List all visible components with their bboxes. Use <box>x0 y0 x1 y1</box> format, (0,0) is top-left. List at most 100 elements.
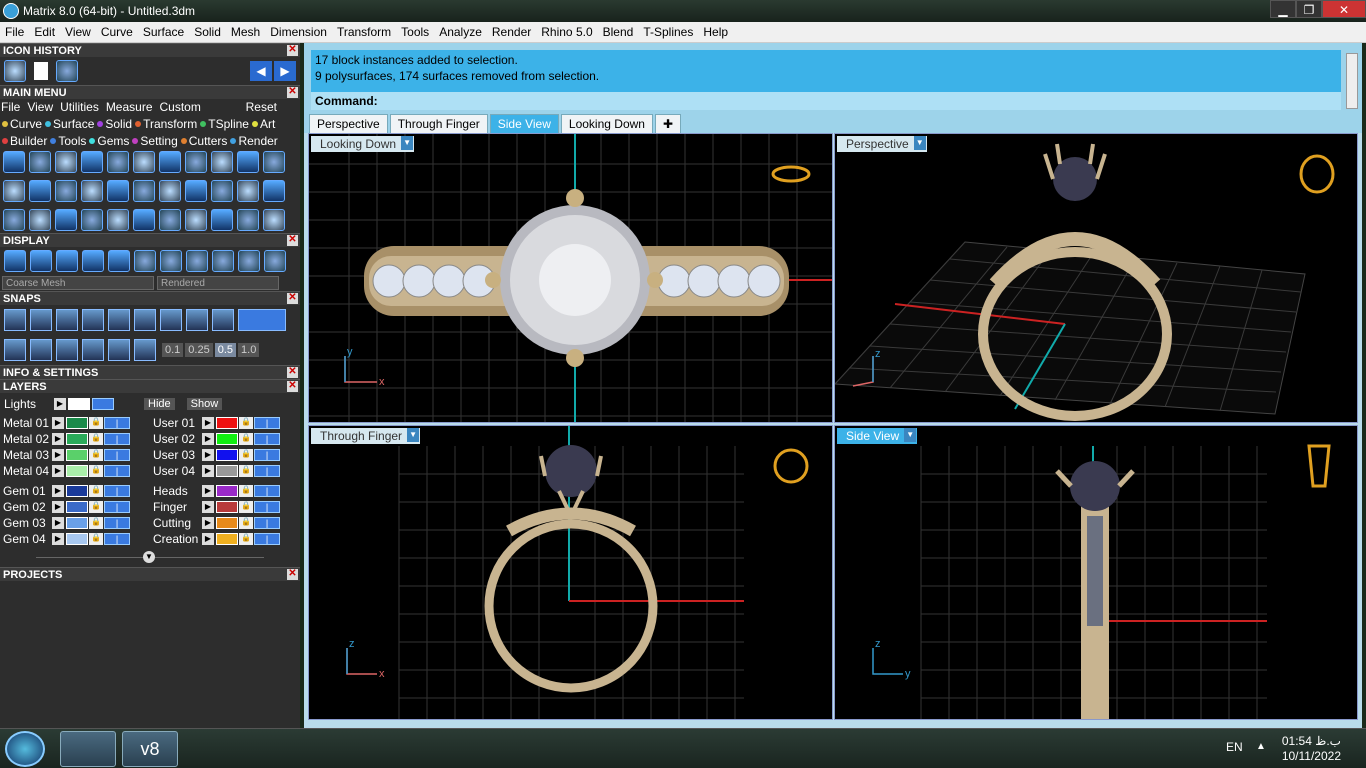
viewport-looking-down[interactable]: Looking Down ▼ y x <box>308 133 833 423</box>
menu-rhino[interactable]: Rhino 5.0 <box>536 25 597 39</box>
tool-icon[interactable] <box>3 180 25 202</box>
tab-perspective[interactable]: Perspective <box>309 114 388 133</box>
layer-name[interactable]: Metal 03 <box>0 448 52 462</box>
tool-icon[interactable] <box>159 180 181 202</box>
close-icon[interactable]: ✕ <box>287 569 298 580</box>
menu-solid[interactable]: Solid <box>189 25 226 39</box>
clock[interactable]: 01:54 ب.ظ 10/11/2022 <box>1282 734 1341 764</box>
layer-visibility-toggle[interactable]: | <box>254 501 280 513</box>
close-icon[interactable]: ✕ <box>287 381 298 392</box>
layer-visibility-toggle[interactable]: | <box>104 465 130 477</box>
snap-value-2[interactable]: 0.25 <box>185 343 213 357</box>
layer-color-swatch[interactable] <box>66 517 88 529</box>
layer-visibility-toggle[interactable]: | <box>254 417 280 429</box>
snap-icon[interactable] <box>160 309 182 331</box>
display-mode-icon[interactable] <box>30 250 52 272</box>
close-button[interactable]: ✕ <box>1322 0 1366 18</box>
menu-surface[interactable]: Surface <box>138 25 189 39</box>
menu-curve[interactable]: Curve <box>96 25 138 39</box>
layer-color-swatch[interactable] <box>66 485 88 497</box>
layer-arrow-icon[interactable]: ▶ <box>202 533 214 545</box>
layer-arrow-icon[interactable]: ▶ <box>52 485 64 497</box>
menu-blend[interactable]: Blend <box>598 25 639 39</box>
layer-visibility-toggle[interactable]: | <box>104 501 130 513</box>
tool-icon[interactable] <box>237 209 259 231</box>
tool-icon[interactable] <box>133 180 155 202</box>
tool-icon[interactable] <box>55 180 77 202</box>
lock-icon[interactable]: 🔒 <box>239 533 253 545</box>
category-gems[interactable]: Gems <box>89 134 129 148</box>
history-icon-3[interactable] <box>56 60 78 82</box>
mm-reset[interactable]: Reset <box>246 100 277 114</box>
snap-icon[interactable] <box>82 309 104 331</box>
layer-name[interactable]: Metal 02 <box>0 432 52 446</box>
add-tab-icon[interactable]: ✚ <box>654 114 682 133</box>
language-indicator[interactable]: EN <box>1226 740 1243 754</box>
category-solid[interactable]: Solid <box>97 117 132 131</box>
tool-icon[interactable] <box>133 151 155 173</box>
explorer-taskbar-icon[interactable] <box>60 731 116 767</box>
lock-icon[interactable]: 🔒 <box>89 501 103 513</box>
lock-icon[interactable]: 🔒 <box>239 449 253 461</box>
layer-name[interactable]: User 04 <box>150 464 202 478</box>
layer-name[interactable]: Metal 01 <box>0 416 52 430</box>
close-icon[interactable]: ✕ <box>287 367 298 378</box>
lock-icon[interactable]: 🔒 <box>239 417 253 429</box>
category-cutters[interactable]: Cutters <box>180 134 227 148</box>
layer-visibility-toggle[interactable]: | <box>254 465 280 477</box>
tool-icon[interactable] <box>211 180 233 202</box>
lock-icon[interactable]: 🔒 <box>89 465 103 477</box>
layer-color-swatch[interactable] <box>216 533 238 545</box>
history-forward-icon[interactable]: ▶ <box>274 61 296 81</box>
layer-color-swatch[interactable] <box>216 517 238 529</box>
lock-icon[interactable]: 🔒 <box>89 485 103 497</box>
tool-icon[interactable] <box>185 180 207 202</box>
snap-icon[interactable] <box>134 309 156 331</box>
layer-arrow-icon[interactable]: ▶ <box>202 433 214 445</box>
tool-icon[interactable] <box>159 209 181 231</box>
tool-icon[interactable] <box>55 151 77 173</box>
snap-icon[interactable] <box>212 309 234 331</box>
layer-name[interactable]: Metal 04 <box>0 464 52 478</box>
lock-icon[interactable]: 🔒 <box>239 485 253 497</box>
layer-visibility-toggle[interactable]: | <box>254 449 280 461</box>
menu-tsplines[interactable]: T-Splines <box>638 25 698 39</box>
layer-arrow-icon[interactable]: ▶ <box>202 517 214 529</box>
layer-name[interactable]: User 02 <box>150 432 202 446</box>
menu-transform[interactable]: Transform <box>332 25 396 39</box>
category-builder[interactable]: Builder <box>2 134 47 148</box>
display-mode-icon[interactable] <box>134 250 156 272</box>
tab-side-view[interactable]: Side View <box>489 114 559 133</box>
mm-view[interactable]: View <box>27 100 53 114</box>
menu-dimension[interactable]: Dimension <box>265 25 332 39</box>
layer-visibility-toggle[interactable]: | <box>104 449 130 461</box>
snap-value-3[interactable]: 0.5 <box>214 343 237 357</box>
viewport-label-tr[interactable]: Perspective ▼ <box>837 136 927 152</box>
layer-name[interactable]: Cutting <box>150 516 202 530</box>
category-tools[interactable]: Tools <box>50 134 86 148</box>
display-mode-icon[interactable] <box>108 250 130 272</box>
lights-color[interactable] <box>68 398 90 410</box>
layer-visibility-toggle[interactable]: | <box>104 433 130 445</box>
tool-icon[interactable] <box>263 151 285 173</box>
tool-icon[interactable] <box>263 209 285 231</box>
display-mode-icon[interactable] <box>82 250 104 272</box>
tool-icon[interactable] <box>29 180 51 202</box>
layers-header[interactable]: LAYERS ✕ <box>0 379 300 393</box>
close-icon[interactable]: ✕ <box>287 235 298 246</box>
display-header[interactable]: DISPLAY ✕ <box>0 233 300 247</box>
snap-axis-icon[interactable] <box>134 339 156 361</box>
layer-visibility-toggle[interactable]: | <box>254 533 280 545</box>
menu-edit[interactable]: Edit <box>29 25 60 39</box>
snaps-header[interactable]: SNAPS ✕ <box>0 291 300 305</box>
tool-icon[interactable] <box>263 180 285 202</box>
layer-visibility-toggle[interactable]: | <box>104 517 130 529</box>
snap-value-4[interactable]: 1.0 <box>238 343 260 357</box>
close-icon[interactable]: ✕ <box>287 45 298 56</box>
snap-icon[interactable] <box>4 309 26 331</box>
display-mode-icon[interactable] <box>238 250 260 272</box>
layer-visibility-toggle[interactable]: | <box>104 485 130 497</box>
layer-color-swatch[interactable] <box>216 417 238 429</box>
layer-color-swatch[interactable] <box>66 533 88 545</box>
lights-arrow-icon[interactable]: ▶ <box>54 398 66 410</box>
